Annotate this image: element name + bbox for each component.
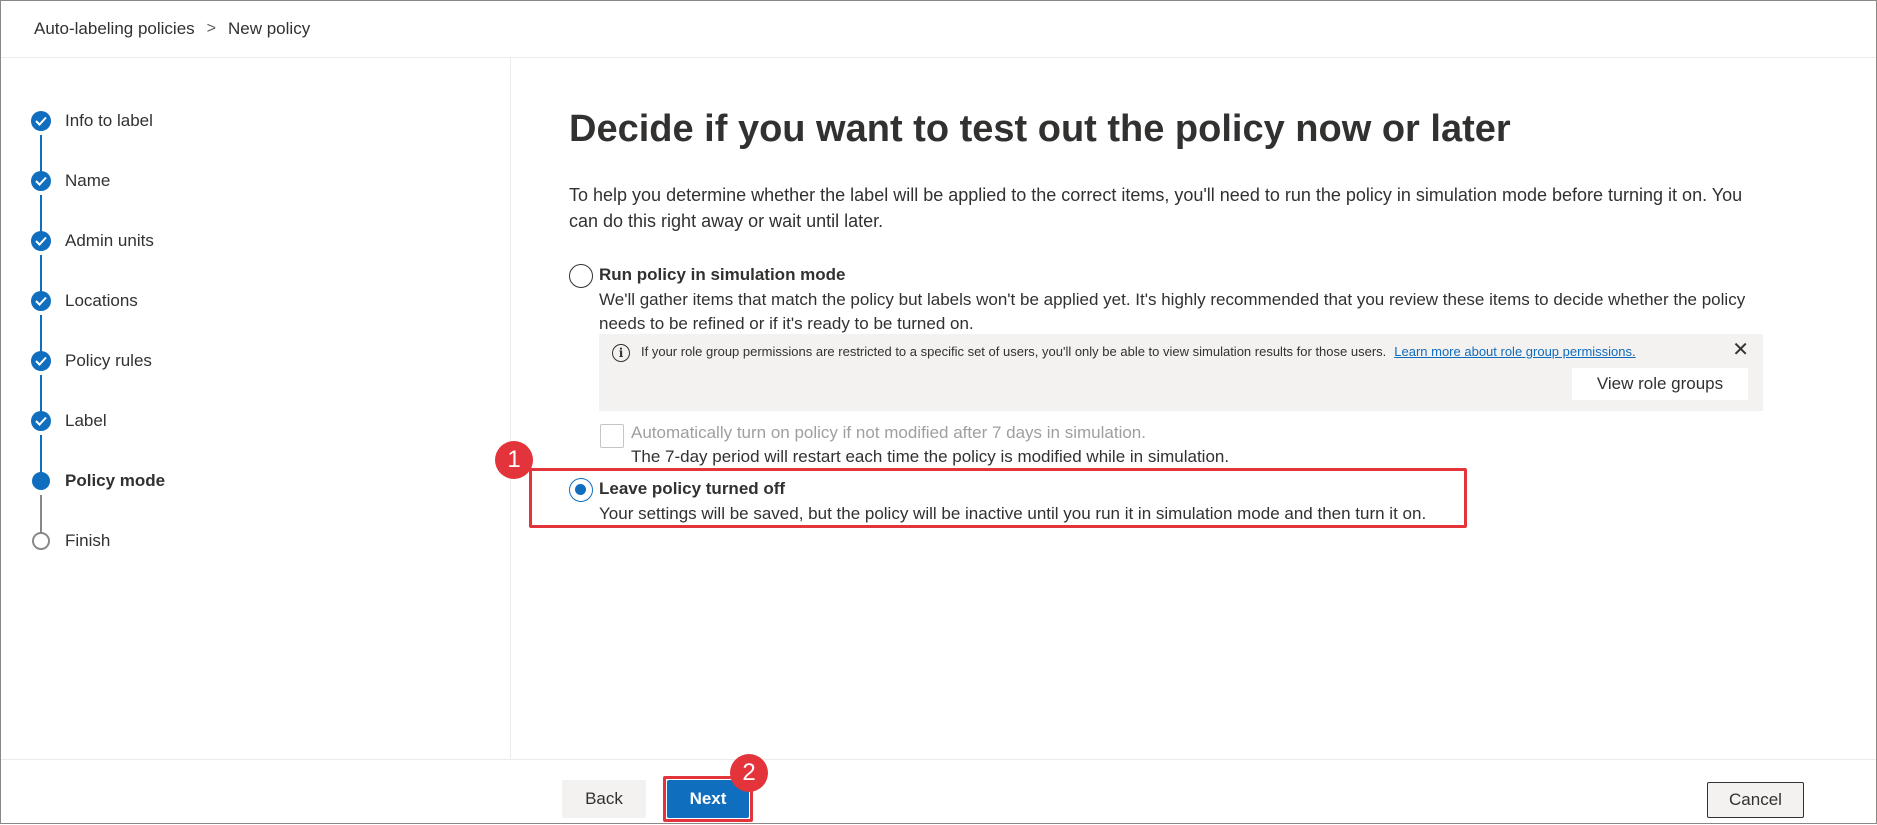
checkmark-icon	[31, 171, 51, 191]
annotation-marker-1: 1	[495, 441, 533, 479]
checkmark-icon	[31, 231, 51, 251]
wizard-step-info-to-label[interactable]: Info to label	[31, 109, 153, 133]
wizard-step-locations[interactable]: Locations	[31, 289, 138, 313]
info-icon: i	[612, 344, 630, 362]
leave-policy-off-description: Your settings will be saved, but the pol…	[599, 504, 1427, 523]
wizard-step-label: Name	[65, 171, 111, 190]
wizard-step-label-step[interactable]: Label	[31, 409, 107, 433]
cancel-button[interactable]: Cancel	[1707, 782, 1804, 818]
breadcrumb-current: New policy	[228, 19, 311, 38]
breadcrumb: Auto-labeling policies > New policy	[1, 1, 1876, 58]
simulation-mode-description: We'll gather items that match the policy…	[599, 290, 1746, 333]
wizard-step-label: Locations	[65, 291, 138, 310]
role-group-permissions-link[interactable]: Learn more about role group permissions.	[1394, 344, 1635, 359]
wizard-step-label: Policy rules	[65, 351, 152, 370]
current-step-dot-icon	[32, 472, 50, 490]
wizard-step-label: Policy mode	[65, 471, 166, 490]
wizard-step-policy-rules[interactable]: Policy rules	[31, 349, 152, 373]
simulation-mode-radio[interactable]	[569, 264, 593, 288]
wizard-step-finish[interactable]: Finish	[31, 529, 110, 553]
wizard-steps-nav: Info to label Name Admin units Locations…	[1, 58, 511, 759]
wizard-window: Auto-labeling policies > New policy Info…	[0, 0, 1877, 824]
wizard-step-label: Label	[65, 411, 107, 430]
info-message: If your role group permissions are restr…	[641, 344, 1636, 359]
checkmark-icon	[31, 111, 51, 131]
leave-policy-off-radio[interactable]	[569, 478, 593, 502]
wizard-step-label: Info to label	[65, 111, 153, 130]
pending-step-circle-icon	[32, 532, 50, 550]
wizard-step-label: Finish	[65, 531, 111, 550]
wizard-step-label: Admin units	[65, 231, 154, 250]
wizard-step-name[interactable]: Name	[31, 169, 110, 193]
auto-turn-on-checkbox[interactable]	[600, 424, 624, 448]
checkmark-icon	[31, 411, 51, 431]
simulation-mode-title: Run policy in simulation mode	[599, 265, 846, 284]
checkmark-icon	[31, 291, 51, 311]
view-role-groups-button[interactable]: View role groups	[1572, 368, 1748, 400]
wizard-step-policy-mode[interactable]: Policy mode	[31, 469, 165, 493]
page-title: Decide if you want to test out the polic…	[569, 108, 1511, 150]
breadcrumb-separator: >	[206, 20, 216, 37]
leave-policy-off-title: Leave policy turned off	[599, 479, 786, 498]
role-group-info-bar: i If your role group permissions are res…	[599, 334, 1763, 411]
wizard-footer: Back Next 2 Cancel	[1, 754, 1876, 825]
breadcrumb-parent-link[interactable]: Auto-labeling policies	[34, 19, 195, 39]
auto-turn-on-label: Automatically turn on policy if not modi…	[631, 423, 1146, 442]
annotation-marker-2: 2	[730, 754, 768, 792]
close-icon[interactable]: ✕	[1732, 340, 1749, 360]
auto-turn-on-description: The 7-day period will restart each time …	[631, 447, 1230, 466]
info-message-text: If your role group permissions are restr…	[641, 344, 1387, 359]
wizard-step-admin-units[interactable]: Admin units	[31, 229, 154, 253]
checkmark-icon	[31, 351, 51, 371]
back-button[interactable]: Back	[562, 780, 646, 818]
intro-text: To help you determine whether the label …	[569, 185, 1743, 231]
